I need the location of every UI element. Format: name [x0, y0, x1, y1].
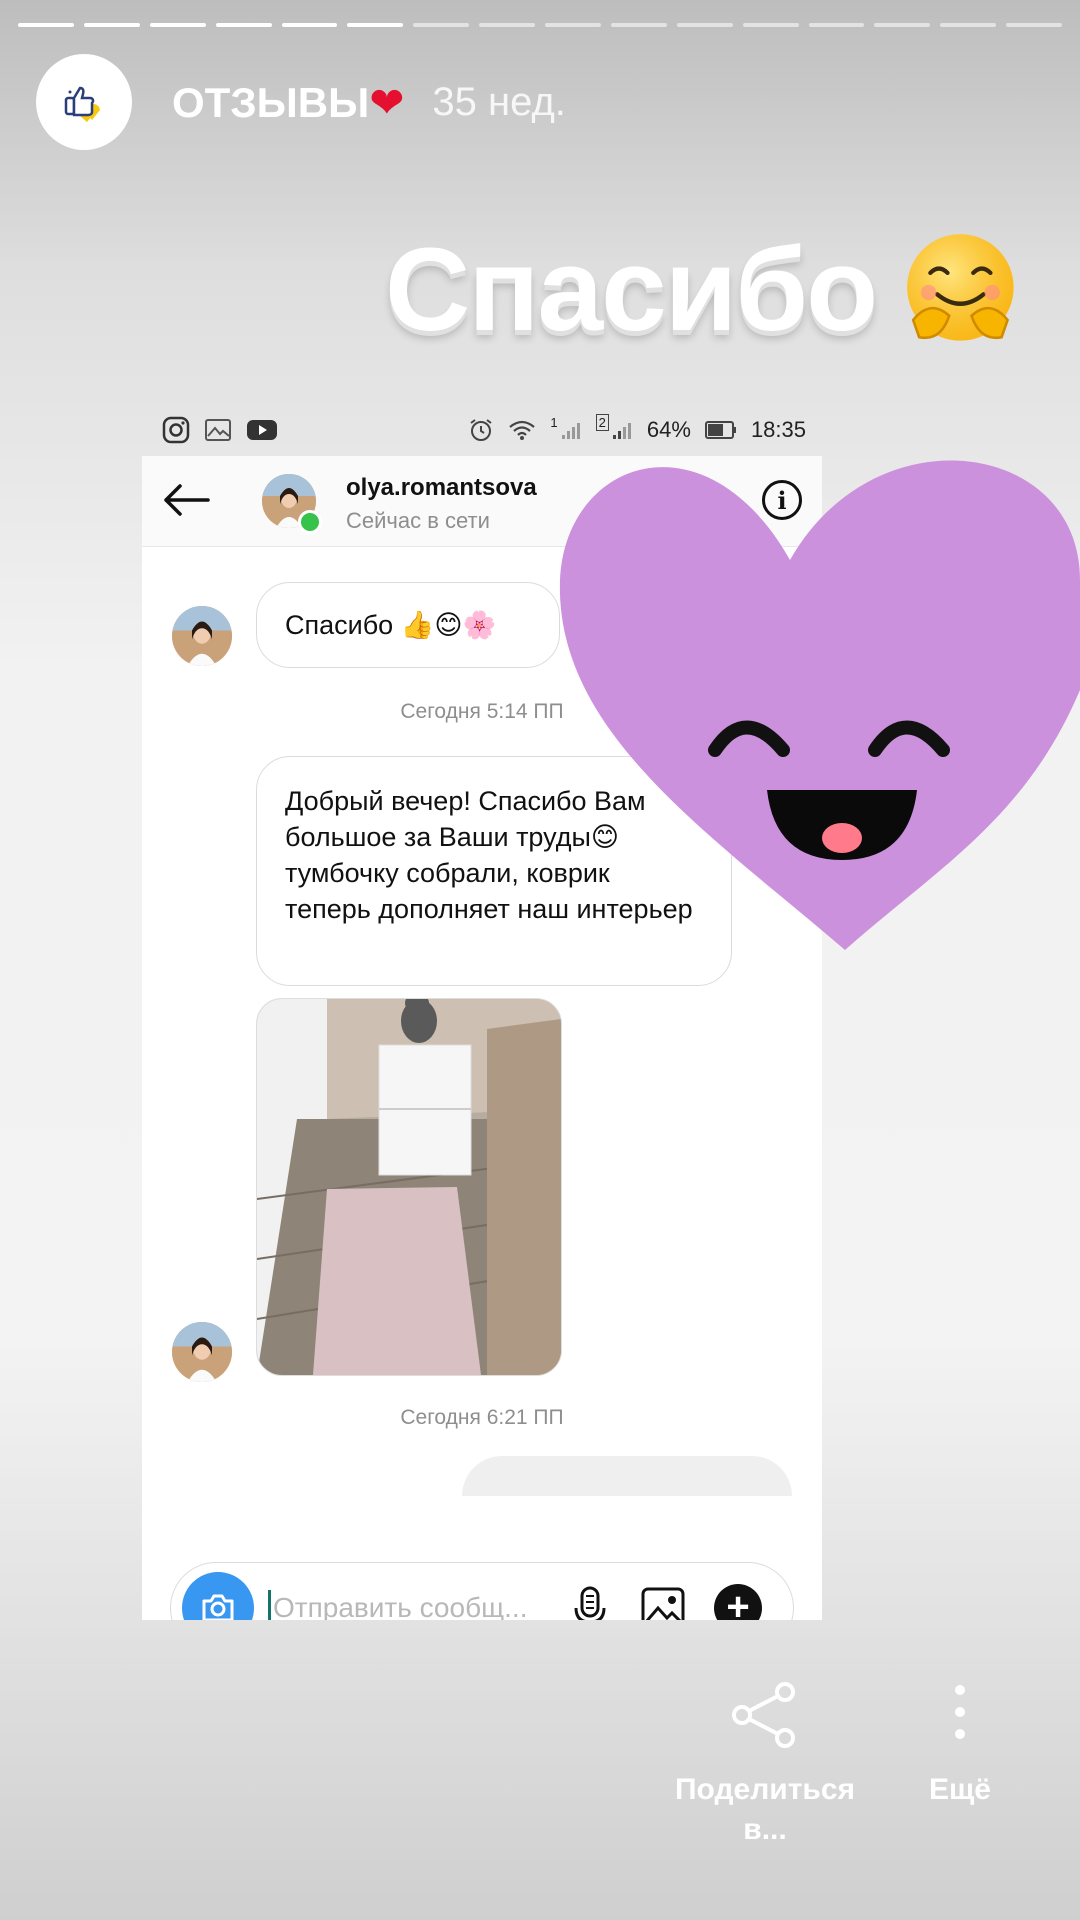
message-composer: Отправить сообщ... +	[170, 1562, 794, 1620]
share-label: Поделиться в...	[674, 1773, 856, 1846]
hugging-face-emoji	[907, 234, 1014, 341]
online-indicator	[298, 510, 322, 534]
progress-segment	[940, 23, 997, 27]
message-avatar	[172, 1322, 232, 1382]
wifi-icon	[509, 420, 536, 440]
contact-status: Сейчас в сети	[346, 508, 490, 533]
story-title-text: ОТЗЫВЫ	[172, 78, 370, 126]
progress-segment	[149, 23, 206, 27]
contact-name[interactable]: olya.romantsova	[346, 474, 537, 502]
share-icon	[732, 1682, 795, 1748]
sim1-label: 1	[550, 414, 558, 430]
thanks-sticker: Спасибо	[385, 210, 1025, 370]
progress-segment	[808, 23, 865, 27]
outgoing-bubble-partial	[462, 1456, 792, 1496]
sim2-label: 2	[595, 413, 609, 431]
story-title[interactable]: ОТЗЫВЫ❤	[172, 78, 404, 127]
photo-message[interactable]	[256, 998, 562, 1376]
instagram-icon	[162, 416, 190, 444]
camera-icon	[202, 1594, 234, 1620]
progress-segment	[545, 23, 601, 27]
youtube-icon	[247, 420, 277, 440]
progress-segment	[676, 23, 733, 27]
progress-segment	[874, 23, 931, 27]
progress-segment	[18, 23, 74, 27]
progress-segment	[347, 23, 404, 27]
story-avatar[interactable]	[36, 54, 132, 150]
gallery-icon	[205, 419, 231, 441]
alarm-icon	[470, 419, 493, 441]
progress-segment	[83, 23, 140, 27]
progress-segment	[413, 23, 470, 27]
progress-segment	[215, 23, 272, 27]
heart-emoji: ❤	[369, 78, 405, 126]
story-age: 35 нед.	[432, 79, 566, 124]
back-arrow-icon[interactable]	[162, 482, 210, 518]
progress-segment	[479, 23, 535, 27]
smiling-heart-sticker	[559, 460, 1080, 950]
story-progress-bar	[18, 23, 1062, 27]
message-input[interactable]: Отправить сообщ...	[268, 1590, 528, 1620]
story-header: ОТЗЫВЫ❤ 35 нед.	[36, 54, 566, 150]
progress-segment	[610, 23, 667, 27]
thanks-text: Спасибо	[385, 224, 878, 356]
more-vertical-icon	[955, 1685, 965, 1739]
more-label: Ещё	[928, 1773, 991, 1806]
image-icon[interactable]	[640, 1586, 686, 1620]
progress-segment	[281, 23, 338, 27]
share-button[interactable]: Поделиться в...	[660, 1680, 870, 1850]
more-button[interactable]: Ещё	[900, 1680, 1020, 1810]
thumbs-up-heart-icon	[64, 86, 100, 122]
mic-icon[interactable]	[568, 1586, 612, 1620]
message-avatar	[172, 606, 232, 666]
message-bubble: Спасибо 👍😊🌸	[256, 582, 560, 668]
progress-segment	[742, 23, 799, 27]
message-timestamp: Сегодня 6:21 ПП	[400, 1406, 564, 1429]
progress-segment	[1006, 23, 1062, 27]
